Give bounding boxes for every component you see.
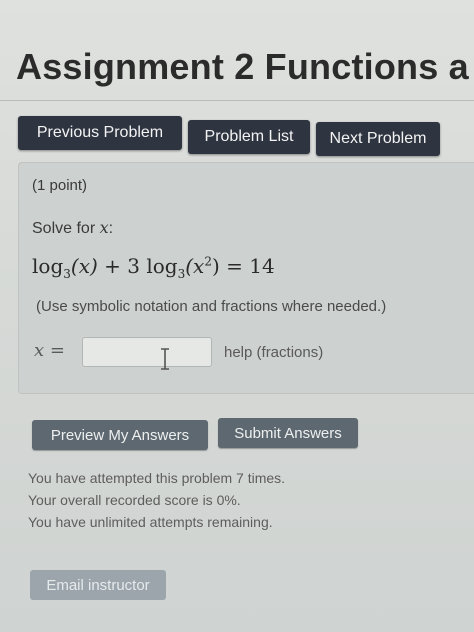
- text-cursor-icon: [161, 348, 169, 370]
- eq-arg-2-close: ): [211, 254, 220, 278]
- email-instructor-button[interactable]: Email instructor: [30, 570, 166, 600]
- attempts-status: You have attempted this problem 7 times.: [28, 470, 286, 486]
- problem-points: (1 point): [32, 177, 88, 194]
- remaining-status: You have unlimited attempts remaining.: [28, 514, 273, 530]
- preview-answers-button[interactable]: Preview My Answers: [32, 420, 208, 450]
- title-divider: [0, 100, 474, 101]
- eq-log-2: log: [146, 254, 178, 278]
- answer-label: x =: [34, 340, 65, 361]
- eq-exponent: 2: [204, 254, 212, 269]
- page-title: Assignment 2 Functions a: [16, 46, 469, 87]
- problem-hint: (Use symbolic notation and fractions whe…: [36, 298, 387, 315]
- solve-prefix: Solve for: [32, 220, 100, 237]
- eq-equals: = 14: [219, 254, 275, 278]
- eq-plus: + 3: [97, 254, 147, 278]
- eq-arg-1: (x): [70, 254, 98, 278]
- submit-answers-button[interactable]: Submit Answers: [218, 418, 358, 448]
- eq-base-1: 3: [63, 267, 71, 281]
- problem-instruction: Solve for x:: [32, 218, 113, 238]
- solve-suffix: :: [108, 220, 114, 237]
- eq-arg-2-open: (x: [185, 254, 205, 278]
- problem-list-button[interactable]: Problem List: [188, 120, 310, 154]
- previous-problem-button[interactable]: Previous Problem: [18, 116, 182, 150]
- score-status: Your overall recorded score is 0%.: [28, 492, 241, 508]
- help-fractions-link[interactable]: help (fractions): [224, 344, 323, 361]
- next-problem-button[interactable]: Next Problem: [316, 122, 440, 156]
- eq-log-1: log: [32, 254, 64, 278]
- problem-equation: log3(x) + 3 log3(x2) = 14: [32, 254, 275, 281]
- answer-label-text: x =: [34, 340, 65, 361]
- solve-variable: x: [99, 218, 109, 237]
- answer-input[interactable]: [82, 337, 212, 367]
- webwork-page: Assignment 2 Functions a Previous Proble…: [0, 0, 474, 632]
